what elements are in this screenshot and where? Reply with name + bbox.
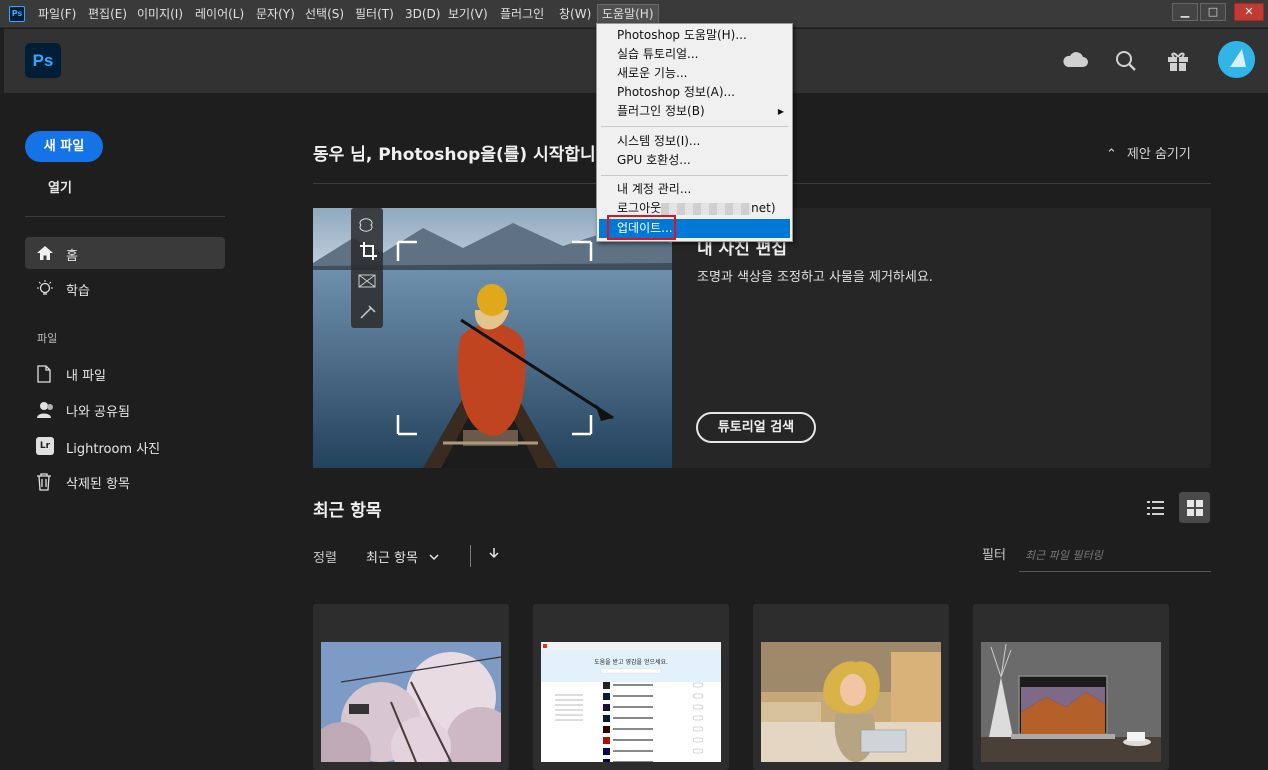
list-view-button[interactable]	[1140, 492, 1171, 523]
menu-separator	[601, 175, 788, 176]
menu-3d[interactable]: 3D(D)	[401, 4, 444, 24]
thumbnail-heading: 도움을 받고 영감을 얻으세요.	[594, 658, 668, 666]
help-menu-dropdown: Photoshop 도움말(H)... 실습 튜토리얼... 새로운 기능...…	[596, 23, 793, 242]
shared-users-icon	[37, 402, 53, 418]
sidebar-item-deleted[interactable]: 삭제된 항목	[25, 465, 225, 497]
photoshop-logo: Ps	[25, 43, 61, 78]
grid-view-button[interactable]	[1179, 492, 1210, 523]
highlight-annotation-box	[607, 215, 676, 240]
tutorial-search-button[interactable]: 튜토리얼 검색	[696, 412, 816, 443]
chevron-up-icon: ⌃	[1106, 147, 1117, 162]
sort-label: 정렬	[313, 551, 337, 566]
filter-input[interactable]	[1019, 540, 1211, 572]
menu-item-manage-account[interactable]: 내 계정 관리...	[599, 180, 790, 199]
menu-item-label: 플러그인 정보(B)	[617, 104, 705, 118]
hero-description: 조명과 색상을 조정하고 사물을 제거하세요.	[697, 270, 933, 285]
menu-filter[interactable]: 필터(T)	[351, 4, 398, 24]
sidebar-item-label: 나와 공유됨	[66, 405, 130, 420]
sort-direction-button[interactable]	[488, 546, 500, 564]
menu-item-email-suffix: net)	[751, 201, 776, 215]
recent-file-card[interactable]: 도움을 받고 영감을 얻으세요.	[533, 604, 729, 770]
filter-label: 필터	[982, 548, 1006, 563]
redacted-email	[661, 202, 752, 215]
avatar[interactable]	[1218, 41, 1255, 78]
sort-divider	[470, 545, 471, 567]
menu-item-whats-new[interactable]: 새로운 기능...	[599, 64, 790, 83]
menu-item-hands-on-tutorials[interactable]: 실습 튜토리얼...	[599, 45, 790, 64]
new-file-button[interactable]: 새 파일	[25, 131, 103, 162]
lightroom-icon: Lr	[36, 437, 54, 455]
menu-layer[interactable]: 레이어(L)	[191, 4, 248, 24]
menu-item-label: 로그아웃	[617, 201, 662, 215]
trash-icon	[37, 473, 51, 491]
menu-item-about-plugins[interactable]: 플러그인 정보(B) ▶	[599, 102, 790, 121]
menu-item-system-info[interactable]: 시스템 정보(I)...	[599, 132, 790, 151]
file-icon	[37, 365, 51, 383]
submenu-arrow-icon: ▶	[777, 107, 784, 116]
hero-image[interactable]	[313, 208, 672, 468]
file-thumbnail: 도움을 받고 영감을 얻으세요.	[541, 642, 721, 762]
menu-file[interactable]: 파일(F)	[34, 4, 80, 24]
menu-plugins[interactable]: 플러그인	[496, 4, 548, 24]
sidebar-item-label: 삭제된 항목	[66, 477, 130, 492]
app-mini-logo: Ps	[9, 6, 25, 22]
welcome-heading: 동우 님, Photoshop을(를) 시작합니다	[313, 145, 612, 165]
menu-item-photoshop-help[interactable]: Photoshop 도움말(H)...	[599, 26, 790, 45]
sidebar-item-label: 내 파일	[66, 369, 107, 384]
gift-icon[interactable]	[1165, 48, 1191, 74]
home-icon	[37, 246, 53, 260]
chevron-down-icon	[429, 554, 439, 561]
sidebar-divider	[25, 216, 225, 217]
menu-view[interactable]: 보기(V)	[444, 4, 492, 24]
sidebar: 새 파일 열기 홈 학습 파일 내 파일 나와 공유됨 Lr Lightroom…	[4, 93, 244, 770]
recent-file-card[interactable]	[973, 604, 1169, 770]
sidebar-item-home[interactable]: 홈	[25, 237, 225, 269]
menu-image[interactable]: 이미지(I)	[133, 4, 187, 24]
recent-file-card[interactable]	[753, 604, 949, 770]
sidebar-item-shared[interactable]: 나와 공유됨	[25, 393, 225, 425]
sidebar-item-label: 학습	[66, 284, 90, 299]
menu-type[interactable]: 문자(Y)	[252, 4, 299, 24]
recent-file-card[interactable]	[313, 604, 509, 770]
hide-suggestions-button[interactable]: ⌃ 제안 숨기기	[1106, 143, 1191, 162]
sidebar-item-label: Lightroom 사진	[66, 442, 161, 457]
cloud-icon[interactable]	[1061, 48, 1088, 74]
minimize-button[interactable]: ▁	[1172, 3, 1198, 21]
file-thumbnail	[761, 642, 941, 762]
open-button[interactable]: 열기	[48, 177, 72, 196]
close-button[interactable]: ✕	[1234, 3, 1264, 21]
file-thumbnail	[981, 642, 1161, 762]
sidebar-item-label: 홈	[66, 249, 78, 264]
hide-suggestions-label: 제안 숨기기	[1126, 147, 1191, 162]
section-files-heading: 파일	[37, 332, 58, 345]
list-icon	[1147, 501, 1164, 515]
menu-item-about-photoshop[interactable]: Photoshop 정보(A)...	[599, 83, 790, 102]
suggestion-card: 내 사진 편집 조명과 색상을 조정하고 사물을 제거하세요. 튜토리얼 검색	[313, 208, 1211, 468]
menu-help[interactable]: 도움말(H)	[597, 4, 659, 24]
sidebar-item-my-files[interactable]: 내 파일	[25, 357, 225, 389]
sidebar-item-lightroom[interactable]: Lr Lightroom 사진	[25, 430, 225, 462]
menu-edit[interactable]: 편집(E)	[84, 4, 131, 24]
menu-separator	[601, 126, 788, 127]
file-thumbnail	[321, 642, 501, 762]
menu-window[interactable]: 창(W)	[555, 4, 595, 24]
menu-item-gpu-compatibility[interactable]: GPU 호환성...	[599, 151, 790, 170]
menu-select[interactable]: 선택(S)	[301, 4, 348, 24]
recent-heading: 최근 항목	[313, 501, 382, 521]
grid-icon	[1187, 500, 1203, 516]
sort-value: 최근 항목	[366, 551, 418, 566]
arrow-down-icon	[489, 548, 499, 559]
sort-dropdown[interactable]: 최근 항목	[366, 547, 440, 566]
sidebar-item-learn[interactable]: 학습	[25, 272, 225, 304]
maximize-button[interactable]: □	[1200, 3, 1226, 21]
lightbulb-icon	[37, 280, 53, 295]
search-icon[interactable]	[1113, 48, 1139, 74]
